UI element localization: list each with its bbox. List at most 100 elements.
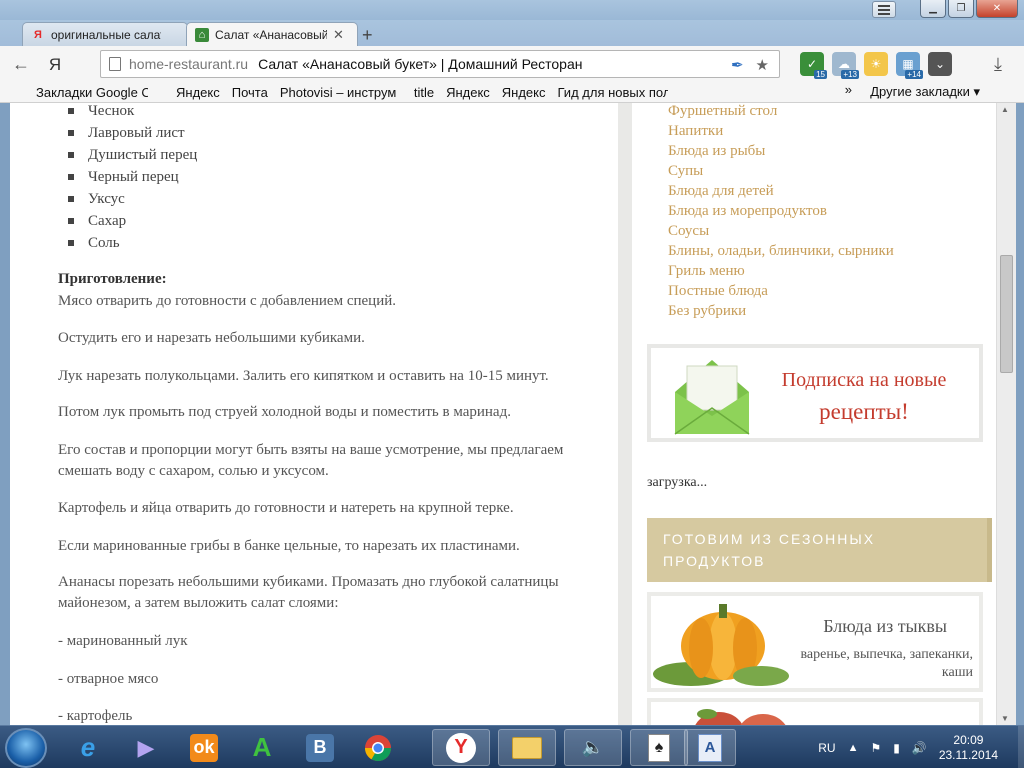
language-indicator[interactable]: RU xyxy=(818,741,835,755)
bookmark-item[interactable]: Почта xyxy=(232,85,268,100)
subscribe-banner[interactable]: Подписка на новые рецепты! xyxy=(647,344,983,442)
yandex-icon: Я xyxy=(34,28,42,41)
weather-cloud-icon[interactable]: ☁ +13 xyxy=(832,52,859,79)
category-link[interactable]: Соусы xyxy=(668,221,894,241)
scroll-up-arrow[interactable]: ▲ xyxy=(1001,105,1009,114)
ingredient-item: Сахар xyxy=(68,210,197,232)
pocket-icon[interactable]: ⌄ xyxy=(928,52,952,76)
flag-icon[interactable]: ⚑ xyxy=(871,741,882,755)
home-restaurant-icon: ⌂ xyxy=(195,27,209,42)
chrome-menu-button[interactable] xyxy=(872,1,896,18)
category-list: Фуршетный стол Напитки Блюда из рыбы Суп… xyxy=(668,103,894,321)
new-tab-button[interactable]: + xyxy=(362,25,373,46)
sun-icon[interactable]: ☀ xyxy=(864,52,888,76)
tab-strip: Я оригинальные салаты ⌂ Салат «Ананасовы… xyxy=(0,20,1024,46)
address-bar[interactable]: home-restaurant.ru Салат «Ананасовый бук… xyxy=(100,50,780,78)
tab-original-salads[interactable]: Я оригинальные салаты xyxy=(22,22,188,46)
category-link[interactable]: Напитки xyxy=(668,121,894,141)
preparation-heading: Приготовление: xyxy=(58,271,167,287)
bookmark-item[interactable]: Гид для новых поль xyxy=(558,85,668,100)
vertical-scrollbar[interactable]: ▲ ▼ xyxy=(996,103,1016,725)
pumpkin-dishes-card[interactable]: Блюда из тыквы варенье, выпечка, запекан… xyxy=(647,592,983,692)
article-content: Чеснок Лавровый лист Душистый перец Черн… xyxy=(10,103,618,725)
word-icon[interactable]: A xyxy=(684,729,736,766)
chrome-logo xyxy=(364,734,392,761)
maximize-button[interactable]: ❐ xyxy=(948,0,974,18)
bookmark-item[interactable]: Photovisi – инструм xyxy=(280,85,402,100)
subscribe-text: Подписка на новые рецепты! xyxy=(769,364,959,428)
adblock-shield-icon[interactable]: ✓ 15 xyxy=(800,52,827,79)
paragraph: Остудить его и нарезать небольшими кубик… xyxy=(58,330,365,346)
envelope-icon xyxy=(674,360,750,435)
bookmark-item[interactable]: Яндекс xyxy=(502,85,546,100)
address-page-title: Салат «Ананасовый букет» | Домашний Рест… xyxy=(258,56,583,72)
minimize-button[interactable]: ▁ xyxy=(920,0,946,18)
clock-time: 20:09 xyxy=(953,732,984,747)
network-icon[interactable]: ▮ xyxy=(893,741,900,755)
internet-explorer-icon[interactable]: e xyxy=(62,729,114,766)
start-button[interactable] xyxy=(5,728,47,768)
close-tab-icon[interactable]: ✕ xyxy=(333,27,344,43)
bookmark-item[interactable]: title xyxy=(414,85,434,100)
category-link[interactable]: Блины, оладьи, блинчики, сырники xyxy=(668,241,894,261)
category-link[interactable]: Фуршетный стол xyxy=(668,103,894,121)
bookmark-star-icon[interactable]: ★ xyxy=(756,56,769,74)
page-viewport: Чеснок Лавровый лист Душистый перец Черн… xyxy=(10,103,996,725)
green-a-icon[interactable]: A xyxy=(236,729,288,766)
loading-text: загрузка... xyxy=(647,475,708,490)
file-explorer-icon[interactable] xyxy=(498,729,556,766)
calendar-icon[interactable]: ▦ +14 xyxy=(896,52,923,79)
yandex-button[interactable]: Я xyxy=(42,52,68,78)
tab-title: Салат «Ананасовый букет» xyxy=(215,27,327,42)
ingredient-item: Душистый перец xyxy=(68,144,197,166)
category-link[interactable]: Гриль меню xyxy=(668,261,894,281)
paragraph: - отварное мясо xyxy=(58,671,159,687)
show-desktop-button[interactable] xyxy=(1018,726,1024,768)
window-border-right xyxy=(1016,103,1024,725)
pumpkin-image xyxy=(653,604,789,686)
chevron-up-icon[interactable]: ▲ xyxy=(848,742,859,754)
scroll-down-arrow[interactable]: ▼ xyxy=(1001,714,1009,723)
media-player-icon[interactable]: ▶ xyxy=(120,729,172,766)
paragraph: Его состав и пропорции могут быть взяты … xyxy=(58,442,564,479)
pen-icon[interactable]: ✒ xyxy=(731,56,744,74)
category-link[interactable]: Блюда из рыбы xyxy=(668,141,894,161)
clock-date: 23.11.2014 xyxy=(938,747,998,762)
tab-pineapple-salad[interactable]: ⌂ Салат «Ананасовый букет» ✕ xyxy=(186,22,358,46)
solitaire-icon[interactable]: ♠ xyxy=(630,729,688,766)
paragraph: - маринованный лук xyxy=(58,633,188,649)
category-link[interactable]: Постные блюда xyxy=(668,281,894,301)
chrome-icon[interactable] xyxy=(352,729,404,766)
vk-icon[interactable]: B xyxy=(294,729,346,766)
bookmark-item[interactable]: Яндекс xyxy=(446,85,490,100)
page-icon xyxy=(109,57,121,71)
apple-dishes-card[interactable] xyxy=(647,698,983,725)
category-link[interactable]: Супы xyxy=(668,161,894,181)
volume-icon[interactable]: 🔊 xyxy=(912,741,927,755)
category-link[interactable]: Блюда для детей xyxy=(668,181,894,201)
paragraph: Мясо отварить до готовности с добавление… xyxy=(58,293,396,309)
subscribe-line: рецепты! xyxy=(819,399,909,424)
pumpkin-subtitle: варенье, выпечка, запеканки, каши xyxy=(800,647,973,680)
scroll-thumb[interactable] xyxy=(1000,255,1013,373)
download-icon[interactable]: ⤓ xyxy=(994,54,1002,75)
other-bookmarks[interactable]: Другие закладки ▾ xyxy=(870,84,980,100)
bookmark-item[interactable]: Закладки Google Ch xyxy=(36,85,148,100)
close-window-button[interactable]: ✕ xyxy=(976,0,1018,18)
address-domain: home-restaurant.ru xyxy=(129,56,249,72)
category-link[interactable]: Блюда из морепродуктов xyxy=(668,201,894,221)
odnoklassniki-icon[interactable]: ok xyxy=(178,729,230,766)
paragraph: Потом лук промыть под струей холодной во… xyxy=(58,404,511,420)
back-button[interactable]: ← xyxy=(8,52,34,78)
volume-app-icon[interactable]: 🔈 xyxy=(564,729,622,766)
category-link[interactable]: Без рубрики xyxy=(668,301,894,321)
bookmark-item[interactable]: Яндекс xyxy=(176,85,220,100)
ingredient-item: Соль xyxy=(68,232,197,254)
browser-toolbar: ← Я home-restaurant.ru Салат «Ананасовый… xyxy=(0,46,1024,83)
clock[interactable]: 20:09 23.11.2014 xyxy=(939,733,998,763)
extension-bar: ✓ 15 ☁ +13 ☀ ▦ +14 ⌄ xyxy=(800,52,952,79)
bookmarks-overflow-chevron[interactable]: » xyxy=(845,82,852,97)
ingredient-item: Черный перец xyxy=(68,166,197,188)
subscribe-line: Подписка на новые xyxy=(781,369,947,391)
yandex-browser-icon[interactable]: Y xyxy=(432,729,490,766)
